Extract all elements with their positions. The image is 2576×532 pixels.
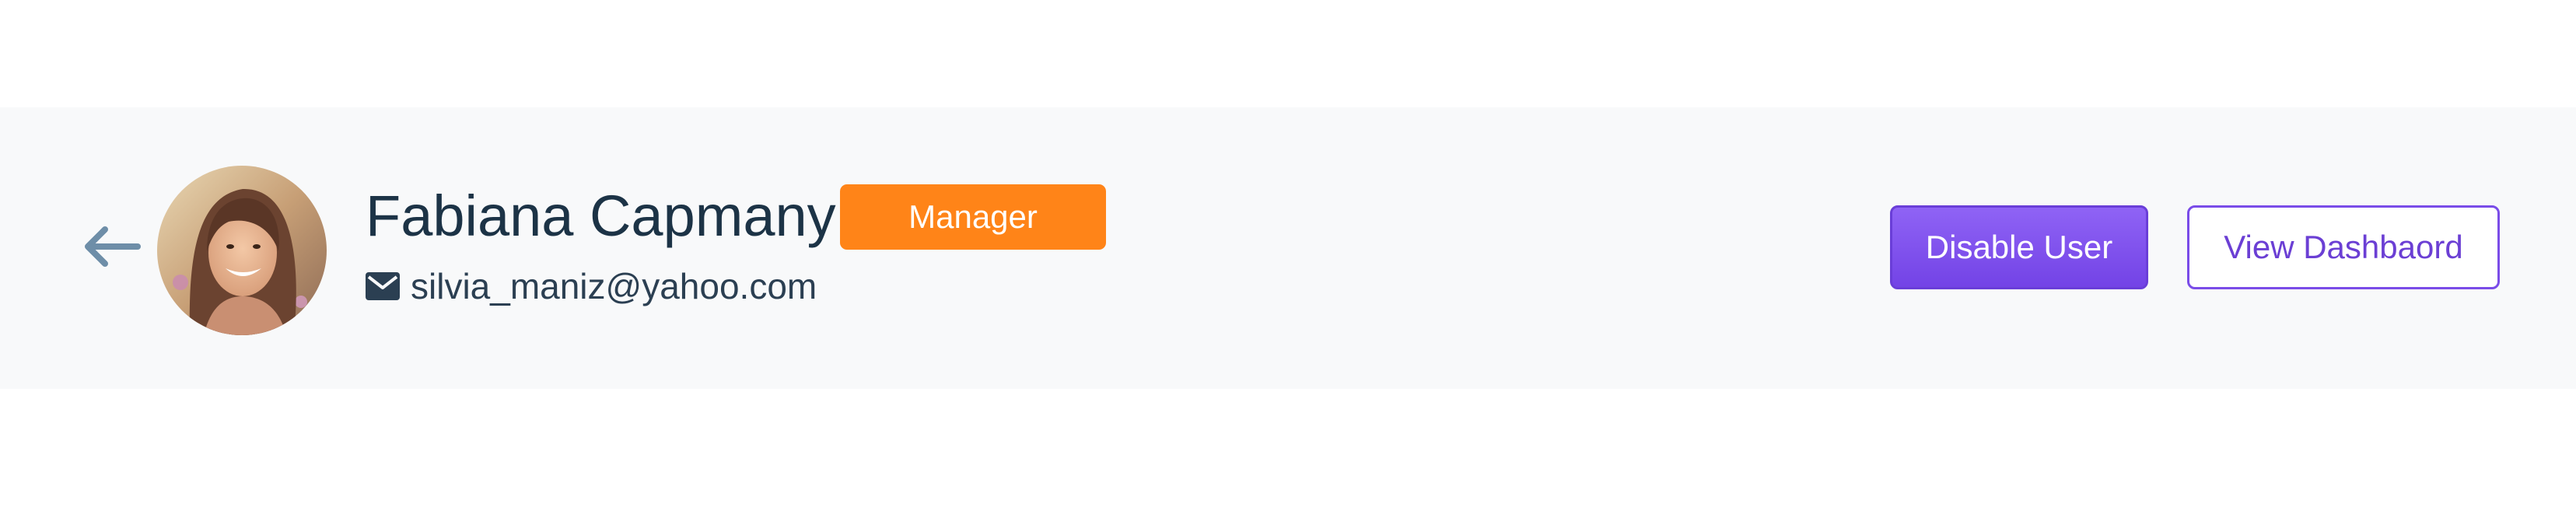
back-button[interactable] (78, 222, 145, 271)
arrow-left-icon (85, 226, 141, 267)
avatar (157, 166, 327, 335)
user-name: Fabiana Capmany (366, 184, 836, 248)
user-email: silvia_maniz@yahoo.com (411, 266, 817, 306)
view-dashboard-button[interactable]: View Dashbaord (2187, 205, 2500, 289)
disable-user-button[interactable]: Disable User (1890, 205, 2148, 289)
role-badge: Manager (840, 184, 1106, 250)
envelope-icon (366, 272, 400, 300)
